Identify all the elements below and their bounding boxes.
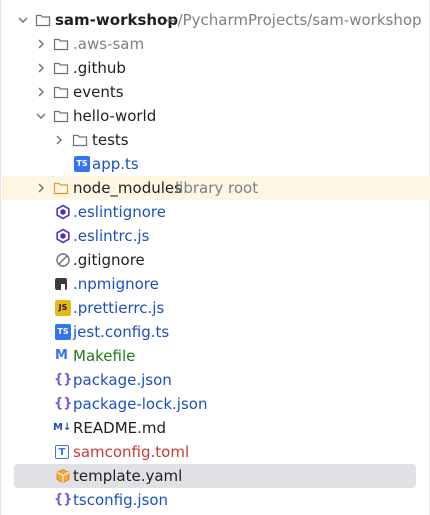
chevron-down-icon[interactable] [17, 14, 29, 26]
tree-item-label: README.md [73, 419, 167, 437]
json-file-icon: {} [54, 372, 73, 387]
tree-row-tests[interactable]: tests [1, 128, 430, 152]
eslint-icon [56, 204, 70, 220]
folder-icon [53, 86, 69, 99]
tree-row-gitignore[interactable]: .gitignore [1, 248, 430, 272]
typescript-file-icon: TS [55, 324, 71, 340]
folder-icon [72, 134, 88, 147]
folder-icon [35, 14, 51, 27]
tree-item-label: .eslintignore [73, 203, 166, 221]
library-root-hint: library root [175, 179, 259, 197]
tree-row-prettierrc[interactable]: JS .prettierrc.js [1, 296, 430, 320]
tree-row-template-yaml[interactable]: template.yaml [14, 464, 416, 488]
tree-item-label: package-lock.json [73, 395, 208, 413]
tree-item-label: samconfig.toml [73, 443, 190, 461]
chevron-right-icon[interactable] [35, 38, 47, 50]
tree-row-samconfig[interactable]: T samconfig.toml [1, 440, 430, 464]
library-folder-icon [53, 182, 69, 195]
tree-row-tsconfig[interactable]: {} tsconfig.json [1, 488, 430, 512]
markdown-icon: M↓ [53, 422, 72, 433]
tree-item-label: tsconfig.json [73, 491, 169, 509]
tree-row-jest-config[interactable]: TS jest.config.ts [1, 320, 430, 344]
tree-item-label: app.ts [92, 155, 139, 173]
makefile-icon: M [55, 348, 68, 363]
tree-item-label: jest.config.ts [73, 323, 170, 341]
tree-row-events[interactable]: events [1, 80, 430, 104]
tree-item-label: .npmignore [73, 275, 159, 293]
tree-row-app-ts[interactable]: TS app.ts [1, 152, 430, 176]
tree-item-label: .prettierrc.js [73, 299, 165, 317]
tree-row-project-root[interactable]: sam-workshop ~/PycharmProjects/sam-works… [1, 8, 430, 32]
tree-item-label: .eslintrc.js [73, 227, 150, 245]
json-file-icon: {} [54, 492, 73, 507]
tree-item-label: tests [92, 131, 129, 149]
tree-row-npmignore[interactable]: .npmignore [1, 272, 430, 296]
project-tree: sam-workshop ~/PycharmProjects/sam-works… [0, 0, 430, 515]
chevron-right-icon[interactable] [35, 182, 47, 194]
chevron-right-icon[interactable] [35, 62, 47, 74]
tree-item-label: .github [73, 59, 126, 77]
chevron-down-icon[interactable] [35, 110, 47, 122]
project-name: sam-workshop [55, 11, 179, 29]
ignore-file-icon [56, 253, 70, 267]
chevron-right-icon[interactable] [35, 86, 47, 98]
tree-item-label: package.json [73, 371, 172, 389]
tree-row-github[interactable]: .github [1, 56, 430, 80]
tree-item-label: Makefile [73, 347, 136, 365]
aws-cube-icon [56, 469, 70, 483]
tree-row-eslintignore[interactable]: .eslintignore [1, 200, 430, 224]
tree-item-label: events [73, 83, 124, 101]
tree-row-makefile[interactable]: M Makefile [1, 344, 430, 368]
npm-icon [55, 278, 67, 294]
tree-row-eslintrc[interactable]: .eslintrc.js [1, 224, 430, 248]
tree-row-readme[interactable]: M↓ README.md [1, 416, 430, 440]
project-path: ~/PycharmProjects/sam-workshop [165, 11, 422, 29]
toml-file-icon: T [55, 445, 69, 459]
tree-row-aws-sam[interactable]: .aws-sam [1, 32, 430, 56]
tree-row-package-json[interactable]: {} package.json [1, 368, 430, 392]
eslint-icon [56, 228, 70, 244]
folder-icon [53, 110, 69, 123]
tree-item-label: .gitignore [73, 251, 145, 269]
tree-item-label: node_modules [73, 179, 182, 197]
tree-item-label: template.yaml [73, 467, 183, 485]
typescript-file-icon: TS [74, 156, 90, 172]
javascript-file-icon: JS [55, 300, 71, 316]
chevron-right-icon[interactable] [53, 134, 65, 146]
tree-item-label: .aws-sam [73, 35, 145, 53]
tree-row-node-modules[interactable]: node_modules library root [2, 176, 430, 200]
folder-icon [53, 62, 69, 75]
tree-item-label: hello-world [73, 107, 157, 125]
folder-icon [53, 38, 69, 51]
json-file-icon: {} [54, 396, 73, 411]
tree-row-package-lock-json[interactable]: {} package-lock.json [1, 392, 430, 416]
tree-row-hello-world[interactable]: hello-world [1, 104, 430, 128]
